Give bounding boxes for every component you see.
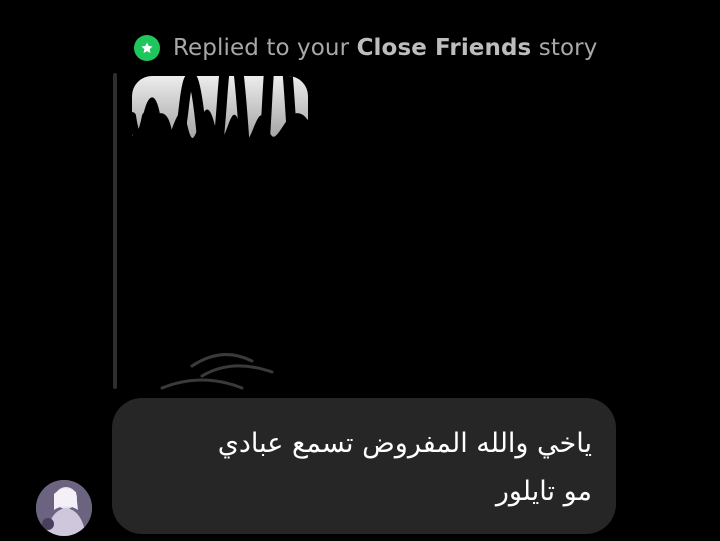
story-thumbnail[interactable] xyxy=(132,76,308,406)
reply-header: Replied to your Close Friends story xyxy=(134,30,597,66)
close-friends-star-icon xyxy=(134,35,160,61)
close-friends-label: Close Friends xyxy=(356,35,532,61)
message-text-line-2: مو تايلور xyxy=(495,476,592,507)
message-bubble[interactable]: ياخي والله المفروض تسمع عبادي مو تايلور xyxy=(112,398,616,534)
message-text-line-1: ياخي والله المفروض تسمع عبادي xyxy=(217,428,592,459)
reply-header-text: Replied to your Close Friends story xyxy=(173,35,597,61)
reply-suffix: story xyxy=(538,35,598,61)
sender-avatar[interactable] xyxy=(36,480,92,536)
reply-indicator-line xyxy=(113,73,117,389)
reply-prefix: Replied to your xyxy=(173,35,350,61)
